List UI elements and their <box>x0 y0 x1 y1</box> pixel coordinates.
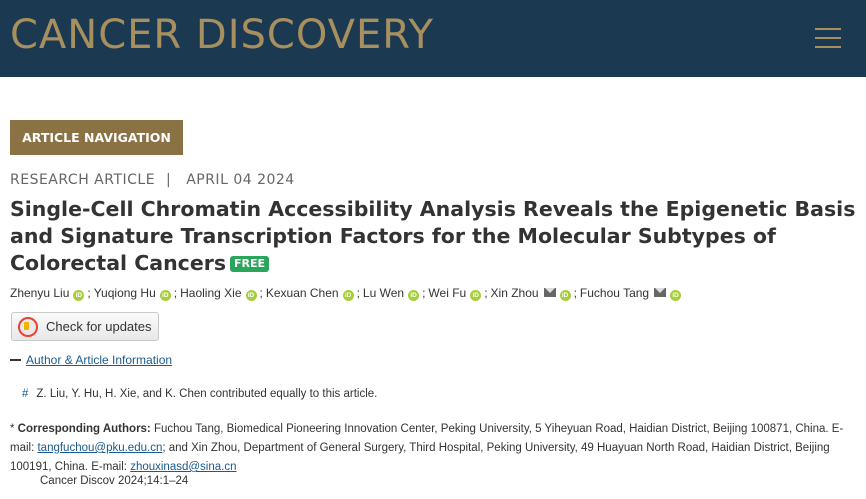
author-name[interactable]: Lu Wen <box>363 286 404 300</box>
corresponding-prefix: * <box>10 423 18 435</box>
publication-date: APRIL 04 2024 <box>186 172 295 188</box>
footnote-text: Z. Liu, Y. Hu, H. Xie, and K. Chen contr… <box>36 388 378 400</box>
author-name[interactable]: Wei Fu <box>428 286 466 300</box>
author-separator: ; <box>87 286 91 300</box>
collapse-dash-icon[interactable] <box>10 359 21 361</box>
journal-logo[interactable]: CANCER DISCOVERY <box>10 12 434 58</box>
author-name[interactable]: Kexuan Chen <box>266 286 339 300</box>
check-for-updates-button[interactable]: Check for updates <box>11 312 159 341</box>
site-header: CANCER DISCOVERY <box>0 0 866 77</box>
meta-separator: | <box>166 172 172 188</box>
article-navigation-button[interactable]: ARTICLE NAVIGATION <box>10 120 183 155</box>
article-title-text: Single-Cell Chromatin Accessibility Anal… <box>10 197 856 275</box>
article-title: Single-Cell Chromatin Accessibility Anal… <box>10 196 860 277</box>
orcid-icon[interactable]: iD <box>73 290 85 301</box>
check-for-updates-label: Check for updates <box>46 319 152 334</box>
orcid-icon[interactable]: iD <box>559 290 571 301</box>
crossmark-icon <box>18 316 38 337</box>
orcid-icon[interactable]: iD <box>245 290 257 301</box>
author-info-link[interactable]: Author & Article Information <box>26 353 172 367</box>
orcid-icon[interactable]: iD <box>670 290 682 301</box>
corresponding-authors: * Corresponding Authors: Fuchou Tang, Bi… <box>10 420 850 477</box>
author-list: Zhenyu Liu iD; Yuqiong Hu iD; Haoling Xie iD;… <box>10 286 682 301</box>
author-name[interactable]: Xin Zhou <box>491 286 539 300</box>
orcid-icon[interactable]: iD <box>408 290 420 301</box>
author-separator: ; <box>356 286 360 300</box>
article-type: RESEARCH ARTICLE <box>10 172 156 188</box>
email-icon[interactable] <box>543 288 556 297</box>
free-badge: FREE <box>230 256 270 272</box>
journal-citation: Cancer Discov 2024;14:1–24 <box>40 475 189 487</box>
orcid-icon[interactable]: iD <box>342 290 354 301</box>
email-link-zhou[interactable]: zhouxinasd@sina.cn <box>130 461 236 473</box>
email-link-tang[interactable]: tangfuchou@pku.edu.cn <box>37 442 162 454</box>
orcid-icon[interactable]: iD <box>159 290 171 301</box>
equal-contribution-footnote: # Z. Liu, Y. Hu, H. Xie, and K. Chen cont… <box>22 388 377 400</box>
corresponding-label: Corresponding Authors: <box>17 423 151 435</box>
article-meta: RESEARCH ARTICLE | APRIL 04 2024 <box>10 172 295 188</box>
author-name[interactable]: Yuqiong Hu <box>94 286 156 300</box>
email-icon[interactable] <box>654 288 667 297</box>
author-separator: ; <box>259 286 263 300</box>
footnote-marker: # <box>22 388 29 400</box>
author-separator: ; <box>173 286 178 300</box>
author-separator: ; <box>573 286 577 300</box>
author-separator: ; <box>422 286 426 300</box>
author-name[interactable]: Zhenyu Liu <box>10 286 69 300</box>
hamburger-menu-icon[interactable] <box>815 26 843 50</box>
author-name[interactable]: Haoling Xie <box>180 286 241 300</box>
author-info-toggle[interactable]: Author & Article Information <box>10 353 172 367</box>
orcid-icon[interactable]: iD <box>470 290 482 301</box>
author-separator: ; <box>484 286 488 300</box>
author-name[interactable]: Fuchou Tang <box>580 286 649 300</box>
